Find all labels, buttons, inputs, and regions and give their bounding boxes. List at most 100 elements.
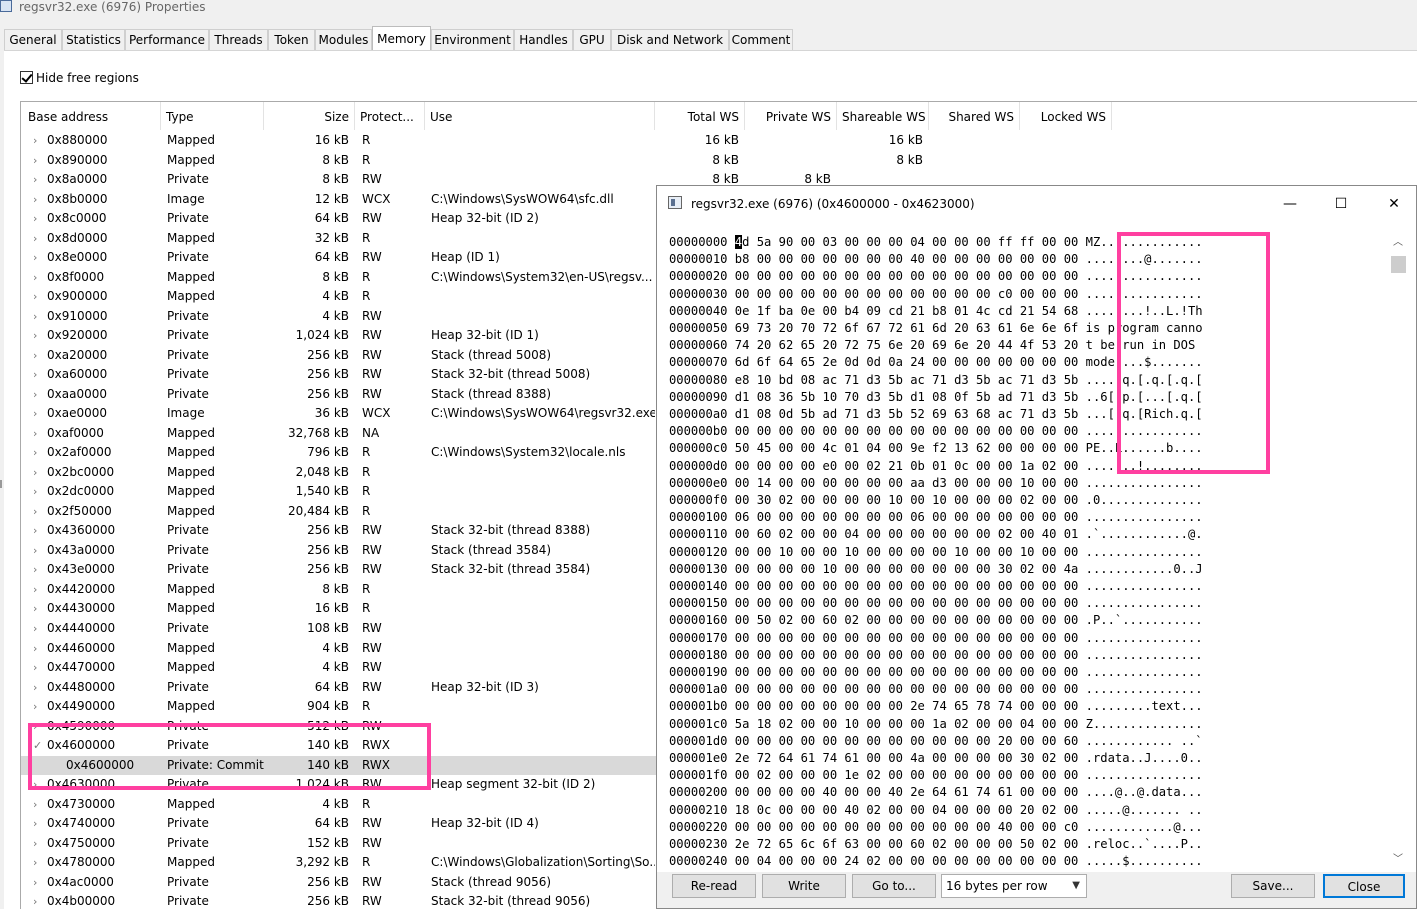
chevron-right-icon[interactable]: › (33, 346, 37, 365)
chevron-right-icon[interactable]: › (33, 385, 37, 404)
write-button[interactable]: Write (762, 874, 846, 898)
chevron-right-icon[interactable]: › (33, 873, 37, 892)
hide-free-regions-checkbox[interactable]: Hide free regions (20, 70, 139, 86)
table-row[interactable]: › 0x880000 Mapped 16 kB R 16 kB 16 kB (21, 131, 1417, 151)
tab-gpu[interactable]: GPU (573, 29, 611, 50)
chevron-right-icon[interactable]: › (33, 814, 37, 833)
hex-offset: 00000200 (669, 785, 728, 800)
chevron-right-icon[interactable]: › (33, 229, 37, 248)
hex-bytes: d1 08 36 5b 10 70 d3 5b d1 08 0f 5b ad 7… (734, 389, 1079, 404)
chevron-right-icon[interactable]: › (33, 424, 37, 443)
maximize-icon[interactable]: ☐ (1318, 186, 1364, 222)
column-header-shared-ws[interactable]: Shared WS (929, 102, 1020, 130)
chevron-right-icon[interactable]: › (33, 658, 37, 677)
goto-button[interactable]: Go to... (852, 874, 936, 898)
cell-type: Mapped (167, 445, 215, 460)
chevron-right-icon[interactable]: › (33, 560, 37, 579)
chevron-right-icon[interactable]: › (33, 443, 37, 462)
chevron-right-icon[interactable]: › (33, 717, 37, 736)
tab-environment[interactable]: Environment (431, 29, 514, 50)
column-header-protect[interactable]: Protect... (355, 102, 425, 130)
tab-threads[interactable]: Threads (209, 29, 268, 50)
tab-token[interactable]: Token (268, 29, 315, 50)
chevron-right-icon[interactable]: › (33, 892, 37, 909)
column-header-total-ws[interactable]: Total WS (655, 102, 745, 130)
tab-comment[interactable]: Comment (729, 29, 793, 50)
cell-use: C:\Windows\System32\locale.nls (431, 445, 626, 460)
column-header-locked-ws[interactable]: Locked WS (1020, 102, 1112, 130)
hex-bytes: 00 50 02 00 60 02 00 00 00 00 00 00 00 0… (734, 613, 1079, 628)
table-row[interactable]: › 0x890000 Mapped 8 kB R 8 kB 8 kB (21, 151, 1417, 171)
column-header-type[interactable]: Type (161, 102, 264, 130)
cell-base: 0x4480000 (47, 679, 116, 694)
chevron-right-icon[interactable]: › (33, 639, 37, 658)
chevron-right-icon[interactable]: › (33, 599, 37, 618)
chevron-right-icon[interactable]: › (33, 775, 37, 794)
hex-line: 000000f0 00 30 02 00 00 00 00 10 00 10 0… (669, 492, 1203, 509)
chevron-right-icon[interactable]: › (33, 268, 37, 287)
chevron-right-icon[interactable]: › (33, 131, 37, 150)
hex-bytes: 2e 72 65 6c 6f 63 00 00 60 02 00 00 00 5… (734, 837, 1079, 851)
chevron-right-icon[interactable]: › (33, 209, 37, 228)
chevron-right-icon[interactable]: › (33, 678, 37, 697)
hex-offset: 00000130 (669, 561, 728, 576)
chevron-right-icon[interactable]: › (33, 365, 37, 384)
scroll-thumb[interactable] (1391, 256, 1406, 273)
hex-line: 00000060 74 20 62 65 20 72 75 6e 20 69 6… (669, 337, 1203, 354)
chevron-right-icon[interactable]: › (33, 151, 37, 170)
hex-ascii: ..6[.p.[...[.q.[ (1085, 389, 1203, 404)
hex-vertical-scrollbar[interactable]: ︿ ﹀ (1389, 234, 1407, 869)
tab-disk-and-network[interactable]: Disk and Network (611, 29, 729, 50)
chevron-right-icon[interactable]: › (33, 482, 37, 501)
tab-memory[interactable]: Memory (372, 26, 431, 51)
column-header-private-ws[interactable]: Private WS (745, 102, 837, 130)
hex-line: 00000040 0e 1f ba 0e 00 b4 09 cd 21 b8 0… (669, 303, 1203, 320)
chevron-right-icon[interactable]: › (33, 541, 37, 560)
tab-general[interactable]: General (4, 29, 62, 50)
cell-use: Heap 32-bit (ID 2) (431, 211, 539, 226)
chevron-right-icon[interactable]: › (33, 697, 37, 716)
tab-performance[interactable]: Performance (125, 29, 209, 50)
chevron-right-icon[interactable]: › (33, 463, 37, 482)
chevron-right-icon[interactable]: › (33, 190, 37, 209)
minimize-icon[interactable]: — (1267, 186, 1313, 222)
cell-size: 152 kB (307, 835, 349, 850)
cell-size: 140 kB (307, 738, 349, 753)
chevron-right-icon[interactable]: › (33, 619, 37, 638)
chevron-right-icon[interactable]: › (33, 170, 37, 189)
close-icon[interactable]: ✕ (1371, 186, 1416, 222)
chevron-right-icon[interactable]: › (33, 580, 37, 599)
chevron-right-icon[interactable]: › (33, 326, 37, 345)
hex-offset: 00000210 (669, 802, 728, 817)
chevron-right-icon[interactable]: › (33, 834, 37, 853)
save-button[interactable]: Save... (1231, 874, 1315, 898)
chevron-right-icon[interactable]: › (33, 287, 37, 306)
hex-ascii: ................ (1085, 475, 1203, 490)
scroll-down-arrow-icon[interactable]: ﹀ (1389, 851, 1407, 869)
chevron-right-icon[interactable]: › (33, 307, 37, 326)
chevron-right-icon[interactable]: › (33, 502, 37, 521)
chevron-right-icon[interactable]: › (33, 404, 37, 423)
column-header-base-address[interactable]: Base address (21, 102, 161, 130)
chevron-right-icon[interactable]: › (33, 248, 37, 267)
hex-dump-area[interactable]: 00000000 4d 5a 90 00 03 00 00 00 04 00 0… (669, 234, 1379, 869)
chevron-right-icon[interactable]: › (33, 853, 37, 872)
cell-use (431, 170, 655, 189)
tab-handles[interactable]: Handles (514, 29, 573, 50)
bytes-per-row-select[interactable]: 16 bytes per row ▼ (941, 874, 1087, 898)
tab-modules[interactable]: Modules (315, 29, 372, 50)
scroll-up-arrow-icon[interactable]: ︿ (1389, 234, 1407, 252)
cell-use (431, 307, 655, 326)
expanded-chevron-icon[interactable]: ✓ (33, 736, 42, 755)
chevron-right-icon[interactable]: › (33, 795, 37, 814)
column-header-size[interactable]: Size (264, 102, 355, 130)
close-button[interactable]: Close (1323, 874, 1405, 898)
column-header-shareable-ws[interactable]: Shareable WS (837, 102, 929, 130)
cell-base: 0x2bc0000 (47, 464, 115, 479)
reread-button[interactable]: Re-read (672, 874, 756, 898)
column-header-use[interactable]: Use (425, 102, 655, 130)
hex-bytes: 00 00 00 00 00 00 00 00 00 00 00 00 00 0… (734, 596, 1079, 611)
checkbox-checked-icon[interactable] (20, 71, 33, 84)
chevron-right-icon[interactable]: › (33, 521, 37, 540)
tab-statistics[interactable]: Statistics (62, 29, 125, 50)
